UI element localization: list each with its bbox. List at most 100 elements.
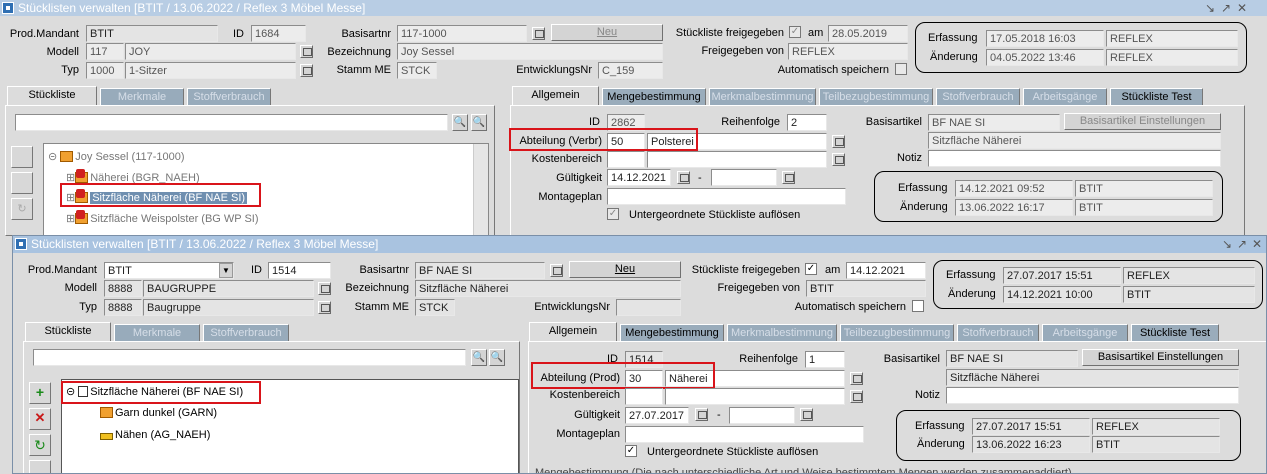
mandant-select[interactable]: BTIT (86, 25, 218, 42)
neu-button[interactable]: Neu (569, 261, 681, 278)
freigegeben-checkbox[interactable]: ✓ (805, 263, 817, 275)
tree-node-root[interactable]: ⊝ Joy Sessel (117-1000) (48, 149, 185, 165)
binoculars-next-icon[interactable]: 🔍 (489, 349, 505, 366)
kosten-search-icon[interactable] (850, 390, 863, 403)
typ-name-field[interactable]: Baugruppe (143, 299, 314, 316)
stamm-field[interactable]: STCK (397, 62, 437, 79)
reihen-field[interactable]: 1 (805, 351, 845, 368)
basis-search-icon[interactable] (550, 264, 563, 277)
gueltig-to[interactable] (711, 169, 777, 186)
binoculars-icon[interactable]: 🔍 (452, 114, 468, 131)
tab-stueckliste[interactable]: Stückliste (25, 322, 111, 342)
tab-stueckliste-test[interactable]: Stückliste Test (1110, 88, 1203, 106)
tab-stoffverbrauch[interactable]: Stoffverbrauch (203, 324, 289, 342)
entw-field[interactable]: C_159 (598, 62, 663, 79)
chevron-down-icon[interactable]: ▼ (219, 263, 233, 278)
modell-code-field[interactable]: 117 (86, 43, 124, 60)
restore-icon[interactable]: ↗ (1237, 236, 1247, 252)
delete-node-icon[interactable] (11, 172, 33, 194)
binoculars-next-icon[interactable]: 🔍 (471, 114, 487, 131)
basis-search-icon[interactable] (532, 27, 545, 40)
calendar-icon[interactable] (677, 171, 690, 184)
tab-stueckliste-test[interactable]: Stückliste Test (1131, 324, 1219, 342)
unter-checkbox[interactable]: ✓ (607, 208, 619, 220)
tree-node-garn[interactable]: Garn dunkel (GARN) (100, 405, 217, 421)
mandant-select[interactable]: BTIT (104, 262, 234, 279)
tool-icon[interactable] (29, 460, 51, 473)
typ-code-field[interactable]: 8888 (104, 299, 142, 316)
montage-field[interactable] (607, 188, 846, 205)
tab-allgemein[interactable]: Allgemein (529, 322, 617, 342)
typ-name-field[interactable]: 1-Sitzer (125, 62, 296, 79)
tab-merkmale[interactable]: Merkmale (100, 88, 184, 106)
am-field[interactable]: 28.05.2019 (828, 25, 908, 42)
minimize-icon[interactable]: ↘ (1205, 0, 1215, 16)
delete-node-icon[interactable]: ✕ (29, 408, 51, 430)
modell-name-field[interactable]: BAUGRUPPE (143, 280, 314, 297)
reihen-field[interactable]: 2 (787, 114, 827, 131)
tab-teilbezug[interactable]: Teilbezugbestimmung (840, 324, 954, 342)
tab-arbeitsgaenge[interactable]: Arbeitsgänge (1023, 88, 1107, 106)
modell-name-field[interactable]: JOY (125, 43, 296, 60)
add-node-icon[interactable]: + (29, 382, 51, 404)
stamm-field[interactable]: STCK (415, 299, 455, 316)
binoculars-icon[interactable]: 🔍 (471, 349, 487, 366)
tree-node-naehen[interactable]: Nähen (AG_NAEH) (100, 427, 210, 443)
tab-merkmalbestimmung[interactable]: Merkmalbestimmung (709, 88, 816, 106)
modell-code-field[interactable]: 8888 (104, 280, 142, 297)
entw-field[interactable] (616, 299, 681, 316)
basis-field[interactable]: BF NAE SI (415, 262, 545, 279)
notiz-field[interactable] (946, 387, 1239, 404)
gueltig-from[interactable]: 14.12.2021 (607, 169, 671, 186)
tree-search-input[interactable] (15, 114, 448, 131)
tab-teilbezug[interactable]: Teilbezugbestimmung (819, 88, 933, 106)
tree-search-input[interactable] (33, 349, 466, 366)
abteilung-search-icon[interactable] (850, 372, 863, 385)
basisartikel-field[interactable]: BF NAE SI (946, 350, 1078, 367)
restore-icon[interactable]: ↗ (1221, 0, 1231, 16)
bezeichnung-field[interactable]: Joy Sessel (397, 43, 663, 60)
refresh-icon[interactable]: ↻ (11, 198, 33, 220)
kosten-code[interactable] (625, 388, 663, 405)
tab-merkmalbestimmung[interactable]: Merkmalbestimmung (727, 324, 837, 342)
basis-field[interactable]: 117-1000 (397, 25, 527, 42)
basisartikel-button[interactable]: Basisartikel Einstellungen (1064, 113, 1221, 130)
calendar-icon[interactable] (800, 408, 813, 421)
basisartikel-button[interactable]: Basisartikel Einstellungen (1082, 349, 1239, 366)
tab-stoffverbrauch[interactable]: Stoffverbrauch (187, 88, 271, 106)
tab-allgemein[interactable]: Allgemein (512, 86, 599, 106)
basisartikel-field[interactable]: BF NAE SI (928, 114, 1060, 131)
kosten-name[interactable] (647, 151, 827, 168)
refresh-icon[interactable]: ↻ (29, 434, 51, 456)
close-icon[interactable]: ✕ (1252, 236, 1262, 252)
tab-arbeitsgaenge[interactable]: Arbeitsgänge (1042, 324, 1128, 342)
auto-save-checkbox[interactable] (912, 300, 924, 312)
am-field[interactable]: 14.12.2021 (846, 262, 926, 279)
tab-mengebestimmung[interactable]: Mengebestimmung (602, 88, 706, 106)
tab-mengebestimmung[interactable]: Mengebestimmung (620, 324, 724, 342)
tab-stoffverbrauch-r[interactable]: Stoffverbrauch (957, 324, 1039, 342)
auto-save-checkbox[interactable] (895, 63, 907, 75)
typ-code-field[interactable]: 1000 (86, 62, 124, 79)
tree-node-weispolster[interactable]: ⊞ Sitzfläche Weispolster (BG WP SI) (66, 210, 259, 227)
neu-button[interactable]: Neu (551, 24, 663, 41)
kosten-name[interactable] (665, 388, 845, 405)
abteilung-search-icon[interactable] (832, 135, 845, 148)
add-node-icon[interactable] (11, 146, 33, 168)
tab-merkmale[interactable]: Merkmale (114, 324, 200, 342)
freigegeben-checkbox[interactable]: ✓ (789, 26, 801, 38)
kosten-search-icon[interactable] (832, 153, 845, 166)
montage-field[interactable] (625, 426, 864, 443)
unter-checkbox[interactable]: ✓ (625, 445, 637, 457)
gueltig-from[interactable]: 27.07.2017 (625, 407, 689, 424)
calendar-icon[interactable] (782, 171, 795, 184)
freivon-field[interactable]: REFLEX (788, 43, 908, 60)
tab-stueckliste[interactable]: Stückliste (7, 86, 97, 106)
minimize-icon[interactable]: ↘ (1222, 236, 1232, 252)
freivon-field[interactable]: BTIT (806, 280, 926, 297)
tree-scrollbar[interactable] (473, 144, 488, 235)
notiz-field[interactable] (928, 150, 1221, 167)
gueltig-to[interactable] (729, 407, 795, 424)
bezeichnung-field[interactable]: Sitzfläche Näherei (415, 280, 681, 297)
calendar-icon[interactable] (695, 408, 708, 421)
